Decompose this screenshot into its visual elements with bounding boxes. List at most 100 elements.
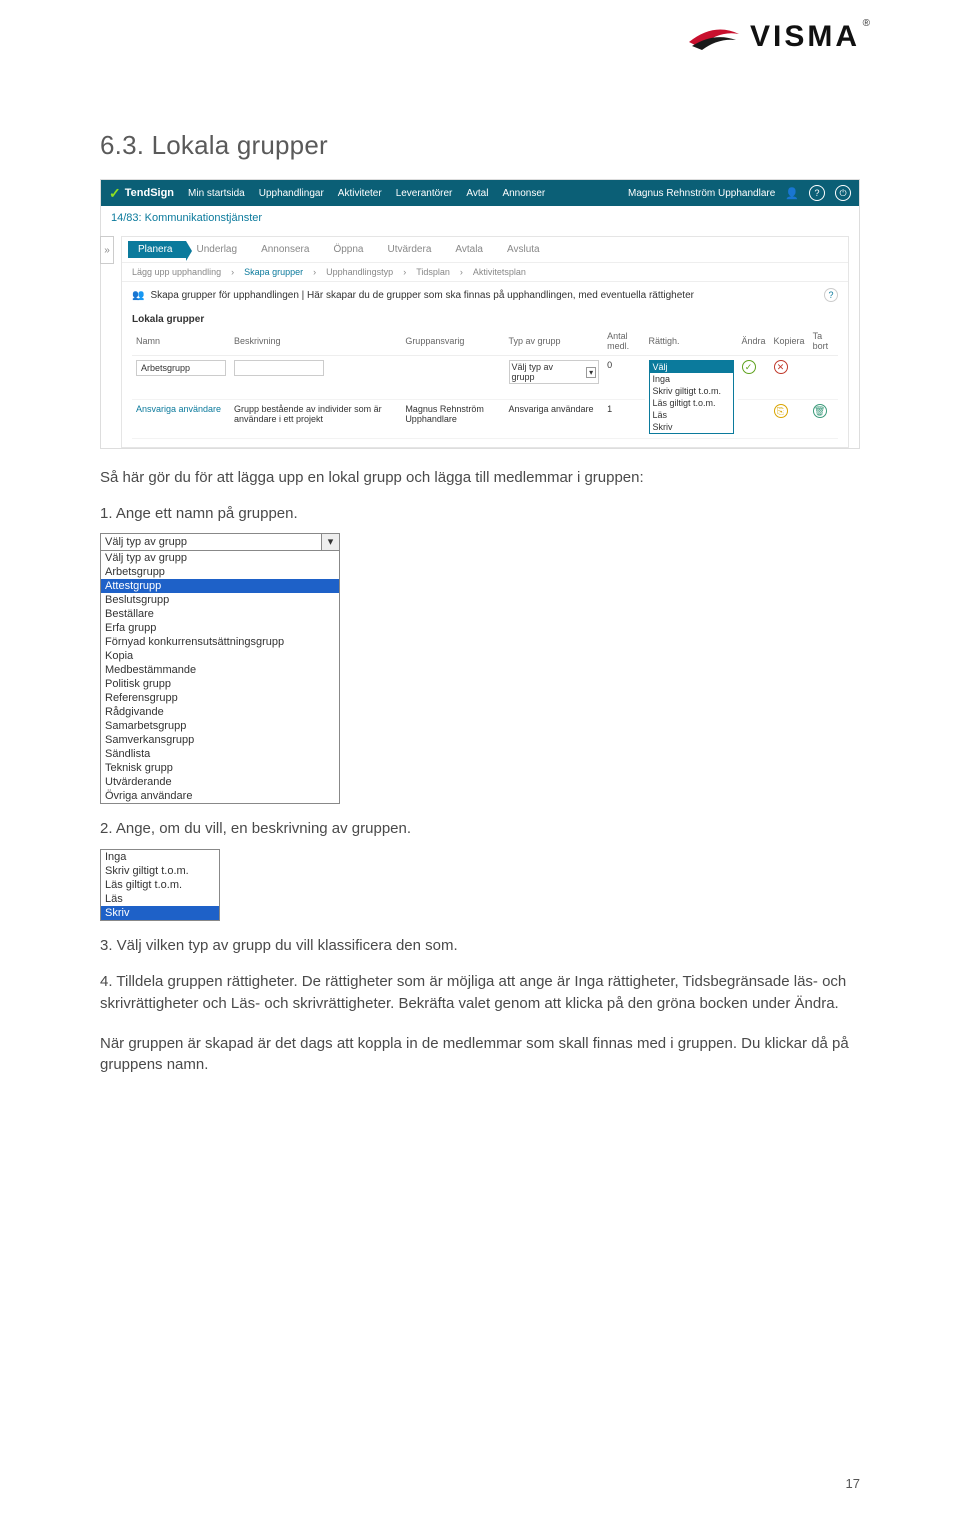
- wiz-annonsera[interactable]: Annonsera: [251, 241, 323, 258]
- nav-avtal[interactable]: Avtal: [466, 188, 488, 199]
- dropdown-option[interactable]: Kopia: [101, 649, 339, 663]
- wiz-underlag[interactable]: Underlag: [186, 241, 251, 258]
- row-typ: Ansvariga användare: [505, 400, 604, 439]
- confirm-icon[interactable]: ✓: [742, 360, 756, 374]
- visma-swoosh-icon: [684, 22, 744, 52]
- dropdown-option[interactable]: Beställare: [101, 607, 339, 621]
- sub-upphandlingstyp[interactable]: Upphandlingstyp: [326, 267, 393, 277]
- context-help-icon[interactable]: ?: [824, 288, 838, 302]
- sub-skapa[interactable]: Skapa grupper: [244, 267, 303, 277]
- dropdown-selected[interactable]: Välj typ av grupp: [101, 534, 321, 550]
- groups-table: Namn Beskrivning Gruppansvarig Typ av gr…: [132, 327, 838, 439]
- dropdown-option[interactable]: Beslutsgrupp: [101, 593, 339, 607]
- app-brand: ✓TendSign: [109, 185, 174, 202]
- dropdown-option[interactable]: Attestgrupp: [101, 579, 339, 593]
- th-gruppansvarig: Gruppansvarig: [401, 327, 504, 356]
- rights-option[interactable]: Skriv giltigt t.o.m.: [101, 864, 219, 878]
- dropdown-option[interactable]: Förnyad konkurrensutsättningsgrupp: [101, 635, 339, 649]
- power-icon[interactable]: ⏻: [835, 185, 851, 201]
- table-title: Lokala grupper: [122, 308, 848, 327]
- wiz-utvardera[interactable]: Utvärdera: [377, 241, 445, 258]
- sidebar-expand-icon[interactable]: »: [100, 236, 114, 264]
- dropdown-option[interactable]: Arbetsgrupp: [101, 565, 339, 579]
- th-beskrivning: Beskrivning: [230, 327, 401, 356]
- group-icon: 👥: [132, 290, 144, 301]
- desc-input[interactable]: [234, 360, 324, 376]
- dropdown-option[interactable]: Politisk grupp: [101, 677, 339, 691]
- dropdown-arrow-icon[interactable]: ▾: [321, 534, 339, 550]
- step-2: 2. Ange, om du vill, en beskrivning av g…: [100, 818, 860, 840]
- nav-minstartsida[interactable]: Min startsida: [188, 188, 245, 199]
- count-cell: 0: [603, 356, 644, 400]
- copy-icon[interactable]: ⎘: [774, 404, 788, 418]
- step-1: 1. Ange ett namn på gruppen.: [100, 503, 860, 525]
- chevron-down-icon: ▾: [586, 367, 596, 378]
- wiz-avsluta[interactable]: Avsluta: [497, 241, 554, 258]
- dropdown-list[interactable]: Välj typ av gruppArbetsgruppAttestgruppB…: [101, 551, 339, 803]
- rights-listbox[interactable]: Välj Inga Skriv giltigt t.o.m. Läs gilti…: [649, 360, 734, 434]
- top-nav: Min startsida Upphandlingar Aktiviteter …: [188, 188, 628, 199]
- sub-nav: Lägg upp upphandling› Skapa grupper› Upp…: [122, 262, 848, 281]
- rights-option[interactable]: Skriv: [101, 906, 219, 920]
- breadcrumb[interactable]: 14/83: Kommunikationstjänster: [101, 206, 859, 230]
- row-count: 1: [603, 400, 644, 439]
- registered-mark: ®: [863, 18, 870, 29]
- th-antal: Antal medl.: [603, 327, 644, 356]
- th-kopiera: Kopiera: [770, 327, 809, 356]
- dropdown-option[interactable]: Referensgrupp: [101, 691, 339, 705]
- table-row: Arbetsgrupp Välj typ av grupp▾ 0 Välj In…: [132, 356, 838, 400]
- dropdown-option[interactable]: Samverkansgrupp: [101, 733, 339, 747]
- rights-listbox-screenshot[interactable]: IngaSkriv giltigt t.o.m.Läs giltigt t.o.…: [100, 849, 220, 921]
- visma-wordmark: VISMA: [750, 20, 860, 54]
- th-namn: Namn: [132, 327, 230, 356]
- row-ansvarig: Magnus Rehnström Upphandlare: [401, 400, 504, 439]
- type-select[interactable]: Välj typ av grupp▾: [509, 360, 600, 384]
- dropdown-option[interactable]: Välj typ av grupp: [101, 551, 339, 565]
- delete-icon[interactable]: 🗑: [813, 404, 827, 418]
- nav-upphandlingar[interactable]: Upphandlingar: [259, 188, 324, 199]
- sub-tidsplan[interactable]: Tidsplan: [416, 267, 450, 277]
- row-name-link[interactable]: Ansvariga användare: [136, 404, 221, 414]
- wiz-avtala[interactable]: Avtala: [445, 241, 497, 258]
- th-tabort: Ta bort: [809, 327, 838, 356]
- sub-aktivitetsplan[interactable]: Aktivitetsplan: [473, 267, 526, 277]
- name-input[interactable]: Arbetsgrupp: [136, 360, 226, 376]
- user-icon[interactable]: 👤: [785, 187, 799, 200]
- th-andra: Ändra: [738, 327, 770, 356]
- wizard-steps: Planera Underlag Annonsera Öppna Utvärde…: [122, 237, 848, 262]
- app-topbar: ✓TendSign Min startsida Upphandlingar Ak…: [101, 180, 859, 206]
- intro-paragraph: Så här gör du för att lägga upp en lokal…: [100, 467, 860, 489]
- info-text: Skapa grupper för upphandlingen | Här sk…: [150, 290, 694, 301]
- dropdown-option[interactable]: Medbestämmande: [101, 663, 339, 677]
- th-rattigh: Rättigh.: [645, 327, 738, 356]
- th-typ: Typ av grupp: [505, 327, 604, 356]
- sub-lagg[interactable]: Lägg upp upphandling: [132, 267, 221, 277]
- dropdown-option[interactable]: Utvärderande: [101, 775, 339, 789]
- dropdown-option[interactable]: Sändlista: [101, 747, 339, 761]
- wiz-oppna[interactable]: Öppna: [323, 241, 377, 258]
- dropdown-option[interactable]: Övriga användare: [101, 789, 339, 803]
- row-desc: Grupp bestående av individer som är anvä…: [230, 400, 401, 439]
- dropdown-option[interactable]: Samarbetsgrupp: [101, 719, 339, 733]
- final-paragraph: När gruppen är skapad är det dags att ko…: [100, 1033, 860, 1077]
- dropdown-option[interactable]: Rådgivande: [101, 705, 339, 719]
- nav-leverantorer[interactable]: Leverantörer: [396, 188, 453, 199]
- cancel-icon[interactable]: ✕: [774, 360, 788, 374]
- dropdown-option[interactable]: Teknisk grupp: [101, 761, 339, 775]
- dropdown-option[interactable]: Erfa grupp: [101, 621, 339, 635]
- help-icon[interactable]: ?: [809, 185, 825, 201]
- nav-annonser[interactable]: Annonser: [502, 188, 545, 199]
- section-heading: 6.3. Lokala grupper: [100, 130, 860, 161]
- wiz-planera[interactable]: Planera: [128, 241, 186, 258]
- visma-logo: VISMA ®: [684, 20, 860, 54]
- page-number: 17: [846, 1476, 860, 1491]
- group-type-dropdown-screenshot: Välj typ av grupp ▾ Välj typ av gruppArb…: [100, 533, 340, 804]
- rights-option[interactable]: Läs: [101, 892, 219, 906]
- step-3: 3. Välj vilken typ av grupp du vill klas…: [100, 935, 860, 957]
- tendsign-app-screenshot: ✓TendSign Min startsida Upphandlingar Ak…: [100, 179, 860, 449]
- rights-option[interactable]: Inga: [101, 849, 219, 864]
- nav-aktiviteter[interactable]: Aktiviteter: [338, 188, 382, 199]
- rights-option[interactable]: Läs giltigt t.o.m.: [101, 878, 219, 892]
- step-4: 4. Tilldela gruppen rättigheter. De rätt…: [100, 971, 860, 1015]
- current-user[interactable]: Magnus Rehnström Upphandlare: [628, 188, 775, 199]
